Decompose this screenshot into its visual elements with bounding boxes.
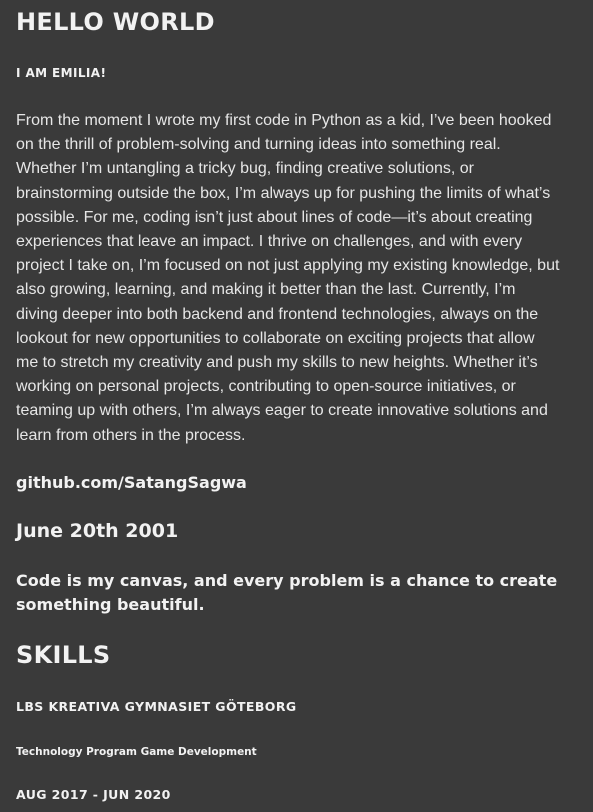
birthdate: June 20th 2001 [16,520,179,542]
intro-subtitle: I AM EMILIA! [16,66,107,80]
school-name: LBS KREATIVA GYMNASIET GÖTEBORG [16,699,297,714]
github-link[interactable]: github.com/SatangSagwa [16,473,247,493]
skills-heading: SKILLS [16,641,111,669]
bio-paragraph: From the moment I wrote my first code in… [16,112,560,444]
education-period: AUG 2017 - JUN 2020 [16,787,171,802]
motto: Code is my canvas, and every problem is … [16,571,558,614]
program-name: Technology Program Game Development [16,746,257,758]
page-title: HELLO WORLD [16,8,215,36]
